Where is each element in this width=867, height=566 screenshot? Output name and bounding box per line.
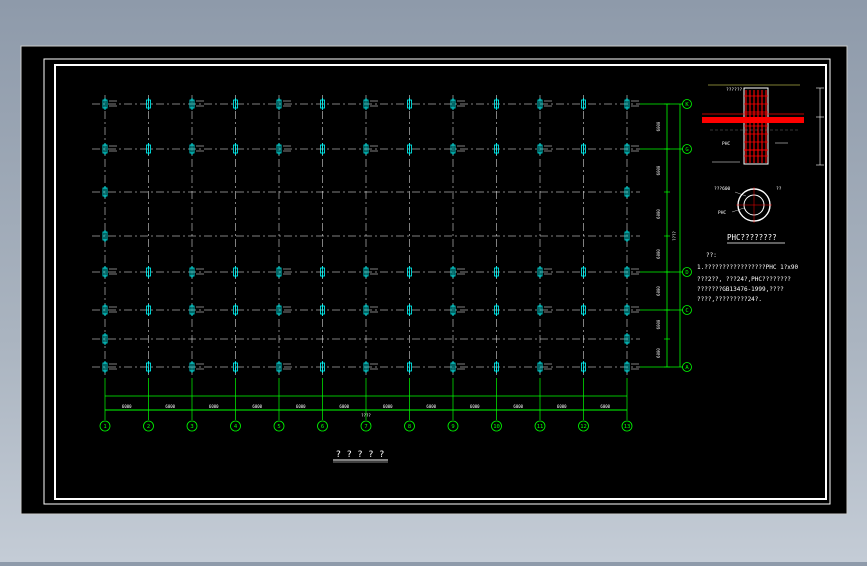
pile-top-label: ?????? [726, 87, 743, 93]
ring-label-bottom: PHC [718, 210, 726, 216]
row-dim-label: 6000 [656, 121, 661, 131]
row-dim-label: 6000 [656, 209, 661, 219]
row-axis-label: C [685, 308, 688, 314]
col-dim-label: 6000 [339, 404, 349, 409]
ring-label-right: ?? [776, 186, 782, 192]
note-line-1: 1.?????????????????PHC 1?x90 [697, 264, 799, 271]
total-height-label: ???? [672, 231, 677, 241]
row-dim-label: 6000 [656, 249, 661, 259]
drawing-title: ? ? ? ? ? [336, 450, 385, 460]
cad-viewport: 6000 6000 6000 6000 6000 6000 6000 6000 6000 6000… [0, 0, 867, 562]
col-dim-label: 6000 [426, 404, 436, 409]
col-axis-label: 13 [624, 424, 631, 430]
row-dim-label: 6000 [656, 348, 661, 358]
col-axis-label: 5 [277, 424, 280, 430]
note-line-3: ???????GB13476-1999,???? [697, 286, 784, 293]
col-axis-label: 9 [451, 424, 454, 430]
col-axis-label: 6 [321, 424, 324, 430]
col-axis-label: 11 [537, 424, 544, 430]
cap-rebar [702, 117, 804, 123]
col-dim-label: 6000 [165, 404, 175, 409]
note-line-2: ???2??, ???24?,PHC???????? [697, 276, 791, 283]
row-axis-label: D [685, 270, 688, 276]
row-dim-label: 6000 [656, 165, 661, 175]
note-line-4: ????,?????????24?. [697, 296, 763, 303]
col-dim-label: 6000 [296, 404, 306, 409]
col-axis-label: 10 [493, 424, 500, 430]
col-axis-label: 2 [147, 424, 150, 430]
col-axis-label: 7 [364, 424, 367, 430]
col-dim-label: 6000 [252, 404, 262, 409]
col-axis-label: 12 [580, 424, 587, 430]
row-dim-label: 6000 [656, 286, 661, 296]
col-dim-label: 6000 [600, 404, 610, 409]
col-axis-label: 1 [103, 424, 106, 430]
col-dim-label: 6000 [557, 404, 567, 409]
col-dim-label: 6000 [513, 404, 523, 409]
notes-heading: ??: [706, 252, 717, 259]
col-axis-label: 8 [408, 424, 411, 430]
col-dim-label: 6000 [122, 404, 132, 409]
ring-label-top: ???600 [714, 186, 731, 192]
col-dim-label: 6000 [383, 404, 393, 409]
col-dim-label: 6000 [209, 404, 219, 409]
pile-label: PHC [722, 141, 730, 147]
col-axis-label: 3 [190, 424, 193, 430]
detail-section-title: PHC???????? [727, 233, 777, 242]
total-width-label: ???? [361, 413, 371, 418]
col-dim-label: 6000 [470, 404, 480, 409]
row-axis-label: G [685, 147, 688, 153]
row-dim-label: 6000 [656, 319, 661, 329]
